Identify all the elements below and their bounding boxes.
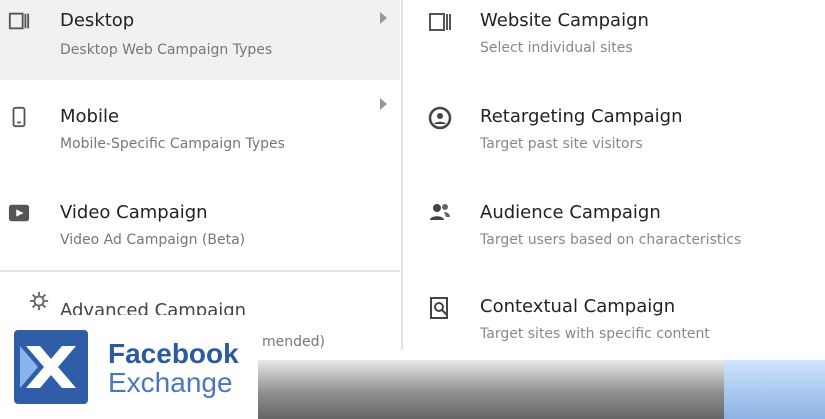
- chevron-right-icon: [380, 98, 387, 110]
- submenu-contextual-subtitle: Target sites with specific content: [480, 326, 710, 342]
- menu-item-video-title: Video Campaign: [60, 202, 208, 223]
- menu-item-video-campaign[interactable]: Video Campaign Video Ad Campaign (Beta): [0, 190, 400, 270]
- menu-item-video-subtitle: Video Ad Campaign (Beta): [60, 232, 246, 248]
- menu-separator: [0, 270, 400, 272]
- logo-text-facebook: Facebook: [108, 338, 239, 369]
- menu-item-mobile-subtitle: Mobile-Specific Campaign Types: [60, 136, 285, 152]
- submenu-contextual-title: Contextual Campaign: [480, 296, 676, 317]
- chevron-right-icon: [380, 12, 387, 24]
- logo-text-exchange: Exchange: [108, 367, 233, 398]
- submenu-website-title: Website Campaign: [480, 10, 649, 31]
- submenu-audience-subtitle: Target users based on characteristics: [480, 232, 742, 248]
- submenu-retargeting-title: Retargeting Campaign: [480, 106, 683, 127]
- submenu-item-website-campaign[interactable]: Website Campaign Select individual sites: [404, 0, 825, 80]
- website-icon: [429, 13, 451, 31]
- menu-item-desktop-subtitle: Desktop Web Campaign Types: [60, 42, 273, 58]
- mobile-phone-icon: [12, 106, 26, 128]
- video-play-icon: [8, 204, 30, 222]
- audience-users-icon: [430, 204, 450, 220]
- submenu-item-audience-campaign[interactable]: Audience Campaign Target users based on …: [404, 190, 825, 270]
- menu-divider: [401, 0, 403, 350]
- submenu-audience-title: Audience Campaign: [480, 202, 661, 223]
- menu-item-mobile[interactable]: Mobile Mobile-Specific Campaign Types: [0, 90, 400, 170]
- submenu-retargeting-subtitle: Target past site visitors: [480, 136, 643, 152]
- submenu-website-subtitle: Select individual sites: [480, 40, 633, 56]
- contextual-search-icon: [430, 297, 448, 319]
- submenu-item-retargeting-campaign[interactable]: Retargeting Campaign Target past site vi…: [404, 90, 825, 170]
- menu-item-advanced-subtitle: mended): [262, 334, 325, 350]
- menu-item-desktop[interactable]: Desktop Desktop Web Campaign Types: [0, 0, 400, 80]
- desktop-icon: [8, 12, 30, 30]
- facebook-exchange-x-icon: [14, 330, 88, 404]
- gear-icon: [29, 291, 49, 311]
- menu-item-desktop-title: Desktop: [60, 10, 135, 31]
- menu-item-mobile-title: Mobile: [60, 106, 120, 127]
- retargeting-user-icon: [428, 106, 452, 130]
- blue-tile: [724, 360, 825, 419]
- submenu-item-contextual-campaign[interactable]: Contextual Campaign Target sites with sp…: [404, 280, 825, 360]
